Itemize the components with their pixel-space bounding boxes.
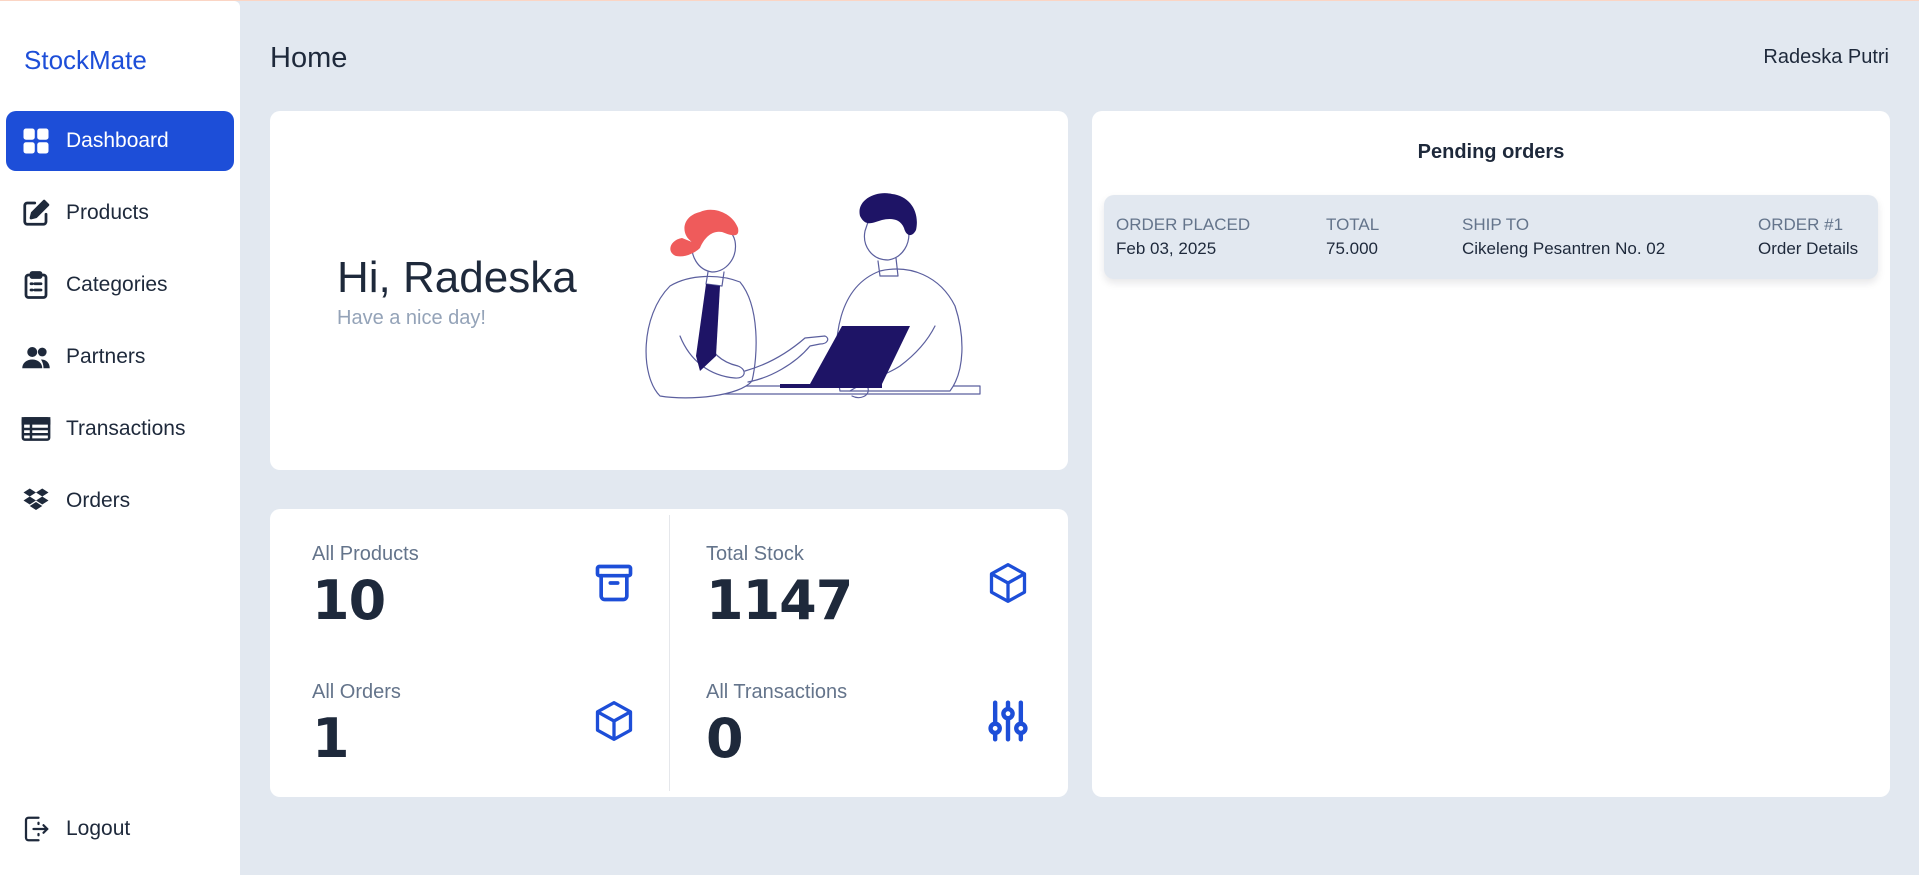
stats-card: All Products 10 Total Stock 1147 All Ord… [270, 509, 1068, 797]
order-total-value: 75.000 [1326, 239, 1378, 258]
coworkers-illustration [645, 193, 981, 399]
sidebar-item-label: Categories [66, 273, 168, 296]
archive-box-icon [595, 564, 633, 602]
dashboard-grid-icon [20, 125, 52, 157]
sidebar-item-label: Transactions [66, 417, 186, 440]
dropbox-icon [20, 485, 52, 517]
order-number-label: ORDER #1 [1758, 215, 1844, 234]
stat-all-transactions[interactable]: All Transactions 0 [706, 647, 1046, 770]
stat-value: 1147 [706, 569, 853, 632]
order-number-col: ORDER #1 Order Details [1758, 215, 1858, 259]
order-ship-label: SHIP TO [1462, 215, 1530, 234]
sidebar-item-label: Products [66, 201, 149, 224]
order-details-link[interactable]: Order Details [1758, 239, 1858, 259]
stat-all-orders[interactable]: All Orders 1 [312, 647, 652, 770]
order-placed-label: ORDER PLACED [1116, 215, 1251, 234]
stat-total-stock[interactable]: Total Stock 1147 [706, 509, 1046, 632]
sidebar-nav: Dashboard Products Categories Partners T… [6, 111, 234, 543]
stat-value: 10 [312, 569, 386, 632]
top-accent-line [0, 0, 1919, 1]
sidebar-item-categories[interactable]: Categories [6, 255, 234, 315]
sidebar-item-orders[interactable]: Orders [6, 471, 234, 531]
logout-label: Logout [66, 817, 131, 840]
stat-label: All Orders [312, 681, 401, 703]
sidebar-item-partners[interactable]: Partners [6, 327, 234, 387]
cube-icon [595, 701, 633, 741]
clipboard-icon [20, 269, 52, 301]
table-icon [20, 413, 52, 445]
pending-orders-card: Pending orders ORDER PLACED Feb 03, 2025… [1092, 111, 1890, 797]
logout-icon [20, 813, 52, 845]
order-total-col: TOTAL 75.000 [1326, 215, 1379, 259]
sliders-icon [988, 700, 1028, 742]
sidebar-item-label: Dashboard [66, 129, 169, 152]
order-placed-col: ORDER PLACED Feb 03, 2025 [1116, 215, 1250, 259]
greeting: Hi, Radeska [337, 253, 577, 302]
order-row[interactable]: ORDER PLACED Feb 03, 2025 TOTAL 75.000 S… [1104, 195, 1878, 279]
stats-divider [669, 515, 670, 791]
brand-logo[interactable]: StockMate [24, 45, 147, 76]
greeting-subtitle: Have a nice day! [337, 307, 486, 329]
sidebar-item-products[interactable]: Products [6, 183, 234, 243]
users-icon [20, 341, 52, 373]
cube-icon [989, 563, 1027, 603]
stat-value: 1 [312, 707, 350, 770]
sidebar: StockMate Dashboard Products Categories … [0, 1, 240, 875]
stat-all-products[interactable]: All Products 10 [312, 509, 652, 632]
order-total-label: TOTAL [1326, 215, 1380, 234]
stat-label: All Products [312, 543, 419, 565]
page-title: Home [270, 42, 348, 74]
stat-label: All Transactions [706, 681, 848, 703]
logout-button[interactable]: Logout [20, 813, 130, 845]
sidebar-item-dashboard[interactable]: Dashboard [6, 111, 234, 171]
user-name[interactable]: Radeska Putri [1763, 46, 1889, 69]
pending-orders-title: Pending orders [1417, 141, 1565, 163]
order-placed-date: Feb 03, 2025 [1116, 239, 1217, 258]
welcome-card: Hi, Radeska Have a nice day! [270, 111, 1068, 470]
order-ship-address: Cikeleng Pesantren No. 02 [1462, 239, 1666, 258]
sidebar-item-label: Orders [66, 489, 131, 512]
edit-icon [20, 197, 52, 229]
stat-value: 0 [706, 707, 744, 770]
sidebar-item-transactions[interactable]: Transactions [6, 399, 234, 459]
stat-label: Total Stock [706, 543, 804, 565]
order-ship-col: SHIP TO Cikeleng Pesantren No. 02 [1462, 215, 1665, 259]
sidebar-item-label: Partners [66, 345, 146, 368]
